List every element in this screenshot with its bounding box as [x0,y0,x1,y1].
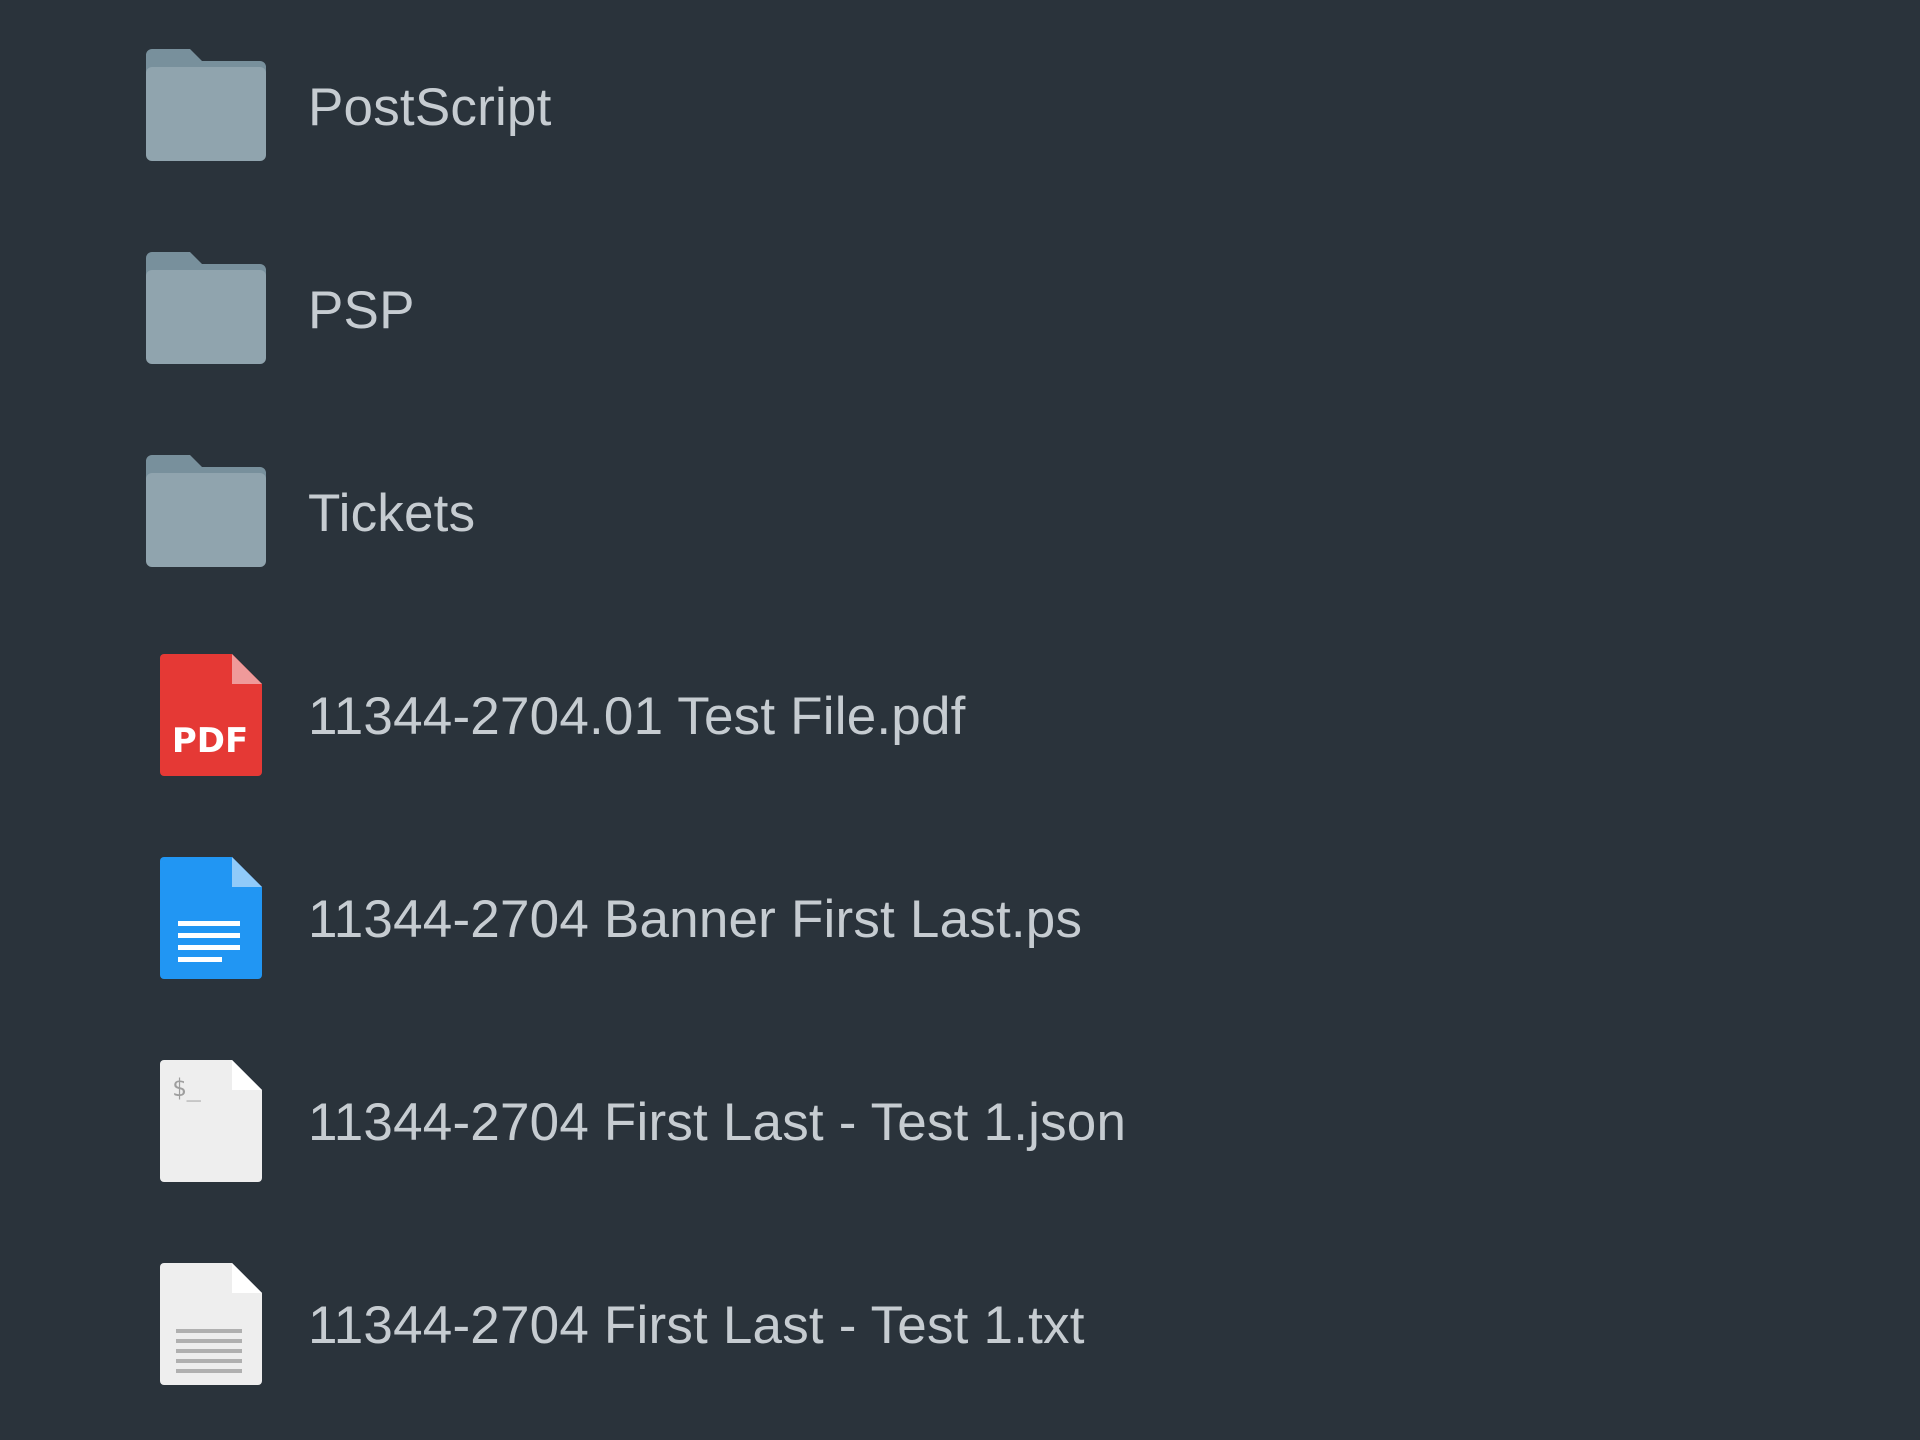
document-file-icon [140,853,272,985]
file-name: 11344-2704 First Last - Test 1.txt [308,1295,1085,1355]
list-item-pdf-file[interactable]: PDF 11344-2704.01 Test File.pdf [140,641,1540,791]
file-name: 11344-2704.01 Test File.pdf [308,686,966,746]
file-list: PostScript PSP Tickets PDF 11344-2704.01… [0,0,1920,1440]
script-file-icon: $_ [140,1056,272,1188]
file-name: PostScript [308,77,552,137]
list-item-ps-file[interactable]: 11344-2704 Banner First Last.ps [140,844,1540,994]
list-item-psp[interactable]: PSP [140,235,1540,385]
script-icon-text: $_ [172,1074,201,1102]
pdf-icon-text: PDF [172,721,248,761]
file-name: PSP [308,280,415,340]
file-name: 11344-2704 First Last - Test 1.json [308,1092,1127,1152]
pdf-file-icon: PDF [140,650,272,782]
folder-icon [140,244,272,376]
folder-icon [140,447,272,579]
list-item-txt-file[interactable]: 11344-2704 First Last - Test 1.txt [140,1250,1540,1400]
file-name: 11344-2704 Banner First Last.ps [308,889,1083,949]
list-item-postscript[interactable]: PostScript [140,32,1540,182]
text-file-icon [140,1259,272,1391]
list-item-json-file[interactable]: $_ 11344-2704 First Last - Test 1.json [140,1047,1540,1197]
file-name: Tickets [308,483,476,543]
folder-icon [140,41,272,173]
list-item-tickets[interactable]: Tickets [140,438,1540,588]
